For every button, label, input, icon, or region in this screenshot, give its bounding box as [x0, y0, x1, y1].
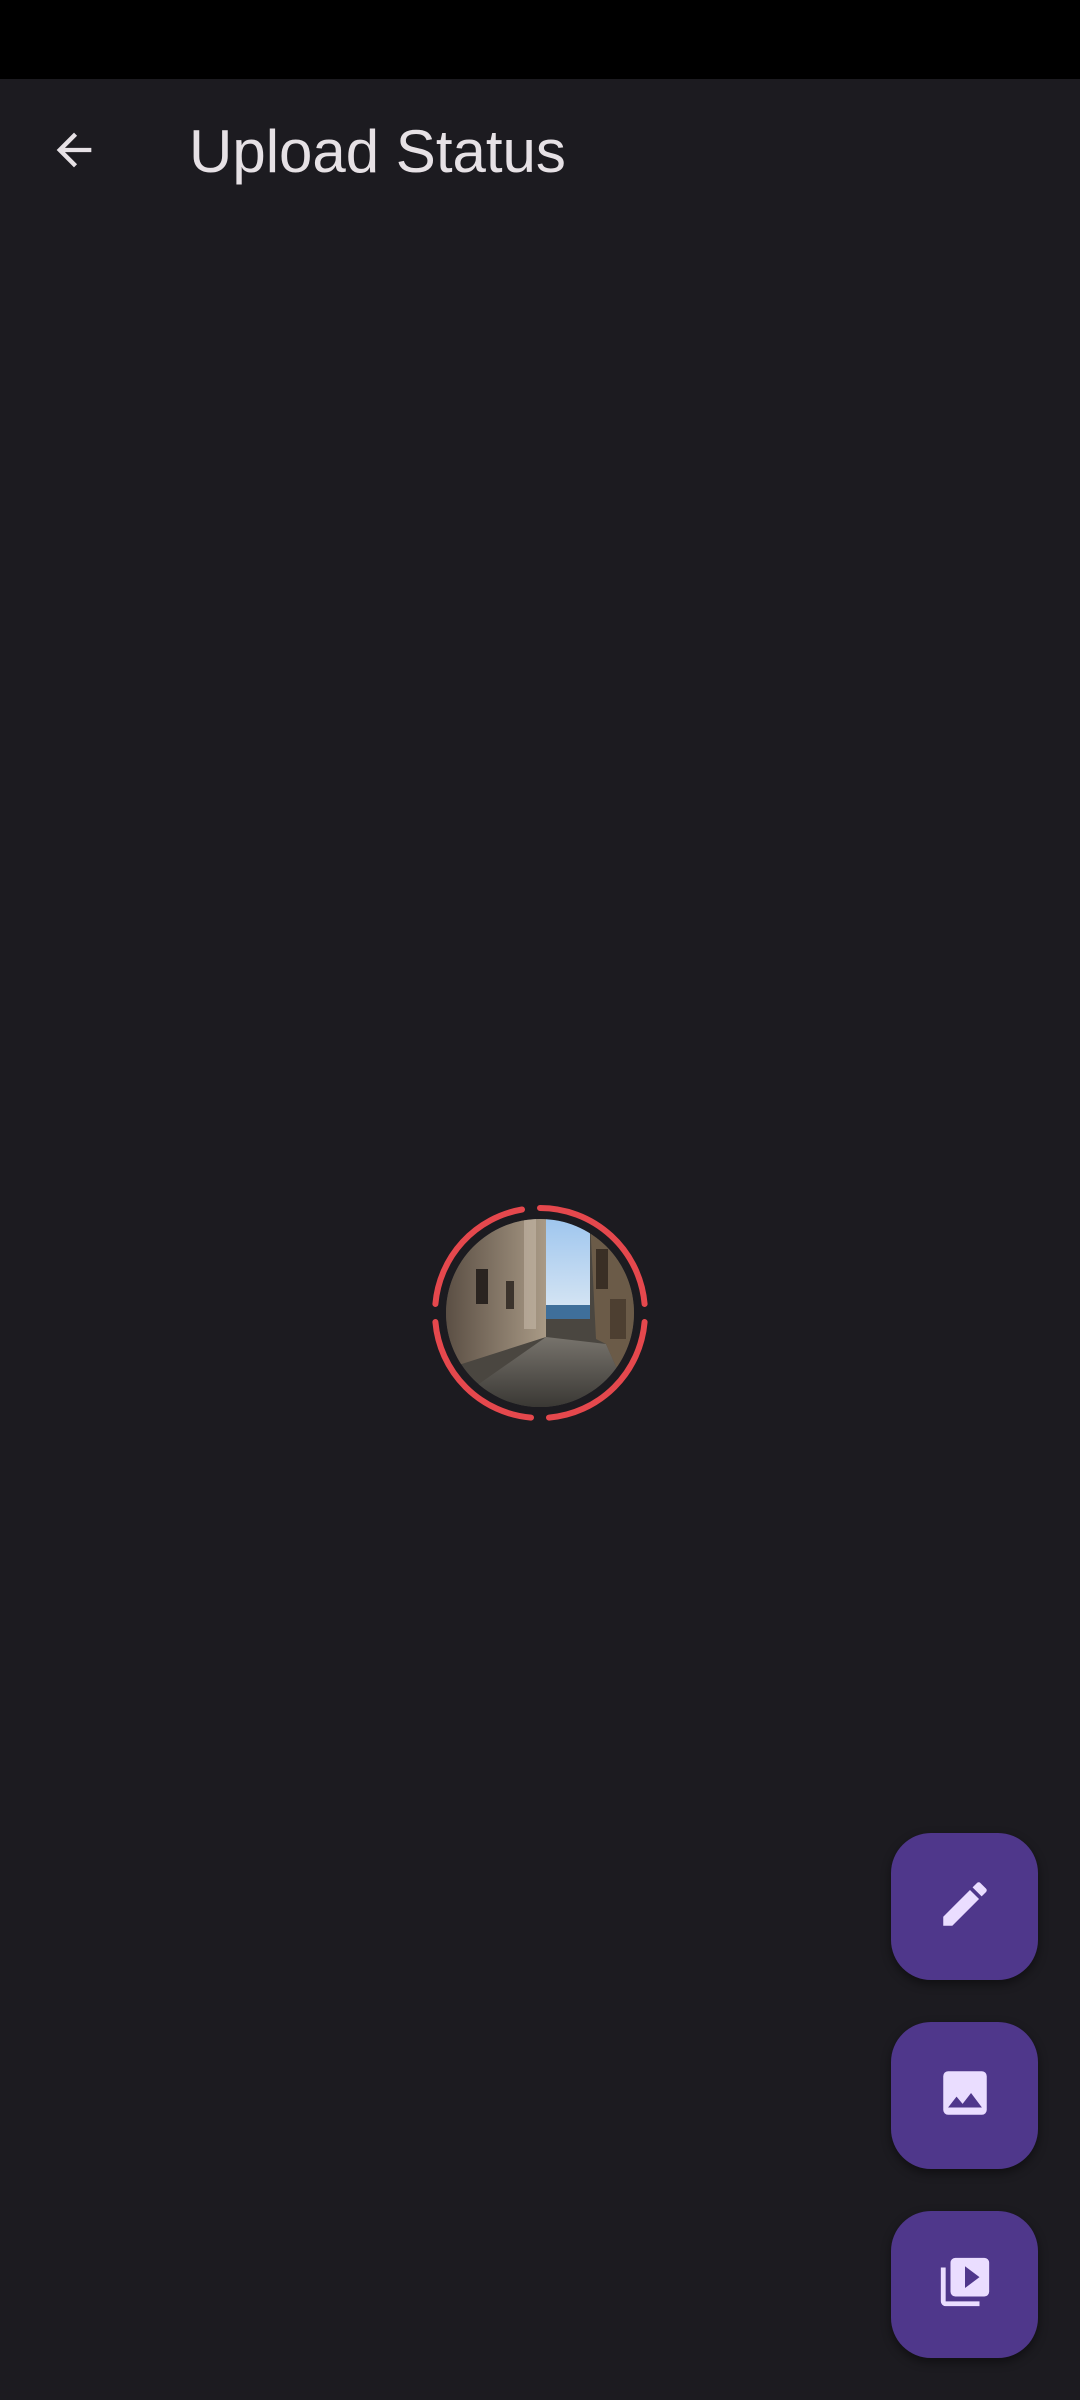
edit-text-status-button[interactable] [891, 1833, 1038, 1980]
image-icon [936, 2064, 994, 2127]
video-library-icon [936, 2253, 994, 2316]
alley-photo [446, 1219, 634, 1407]
status-thumbnail[interactable] [431, 1204, 649, 1422]
add-video-status-button[interactable] [891, 2211, 1038, 2358]
arrow-back-icon [48, 124, 100, 181]
page-title: Upload Status [189, 118, 566, 185]
app-bar: Upload Status [0, 79, 1080, 225]
add-image-status-button[interactable] [891, 2022, 1038, 2169]
back-button[interactable] [27, 105, 121, 199]
pencil-icon [936, 1875, 994, 1938]
status-bar [0, 0, 1080, 79]
